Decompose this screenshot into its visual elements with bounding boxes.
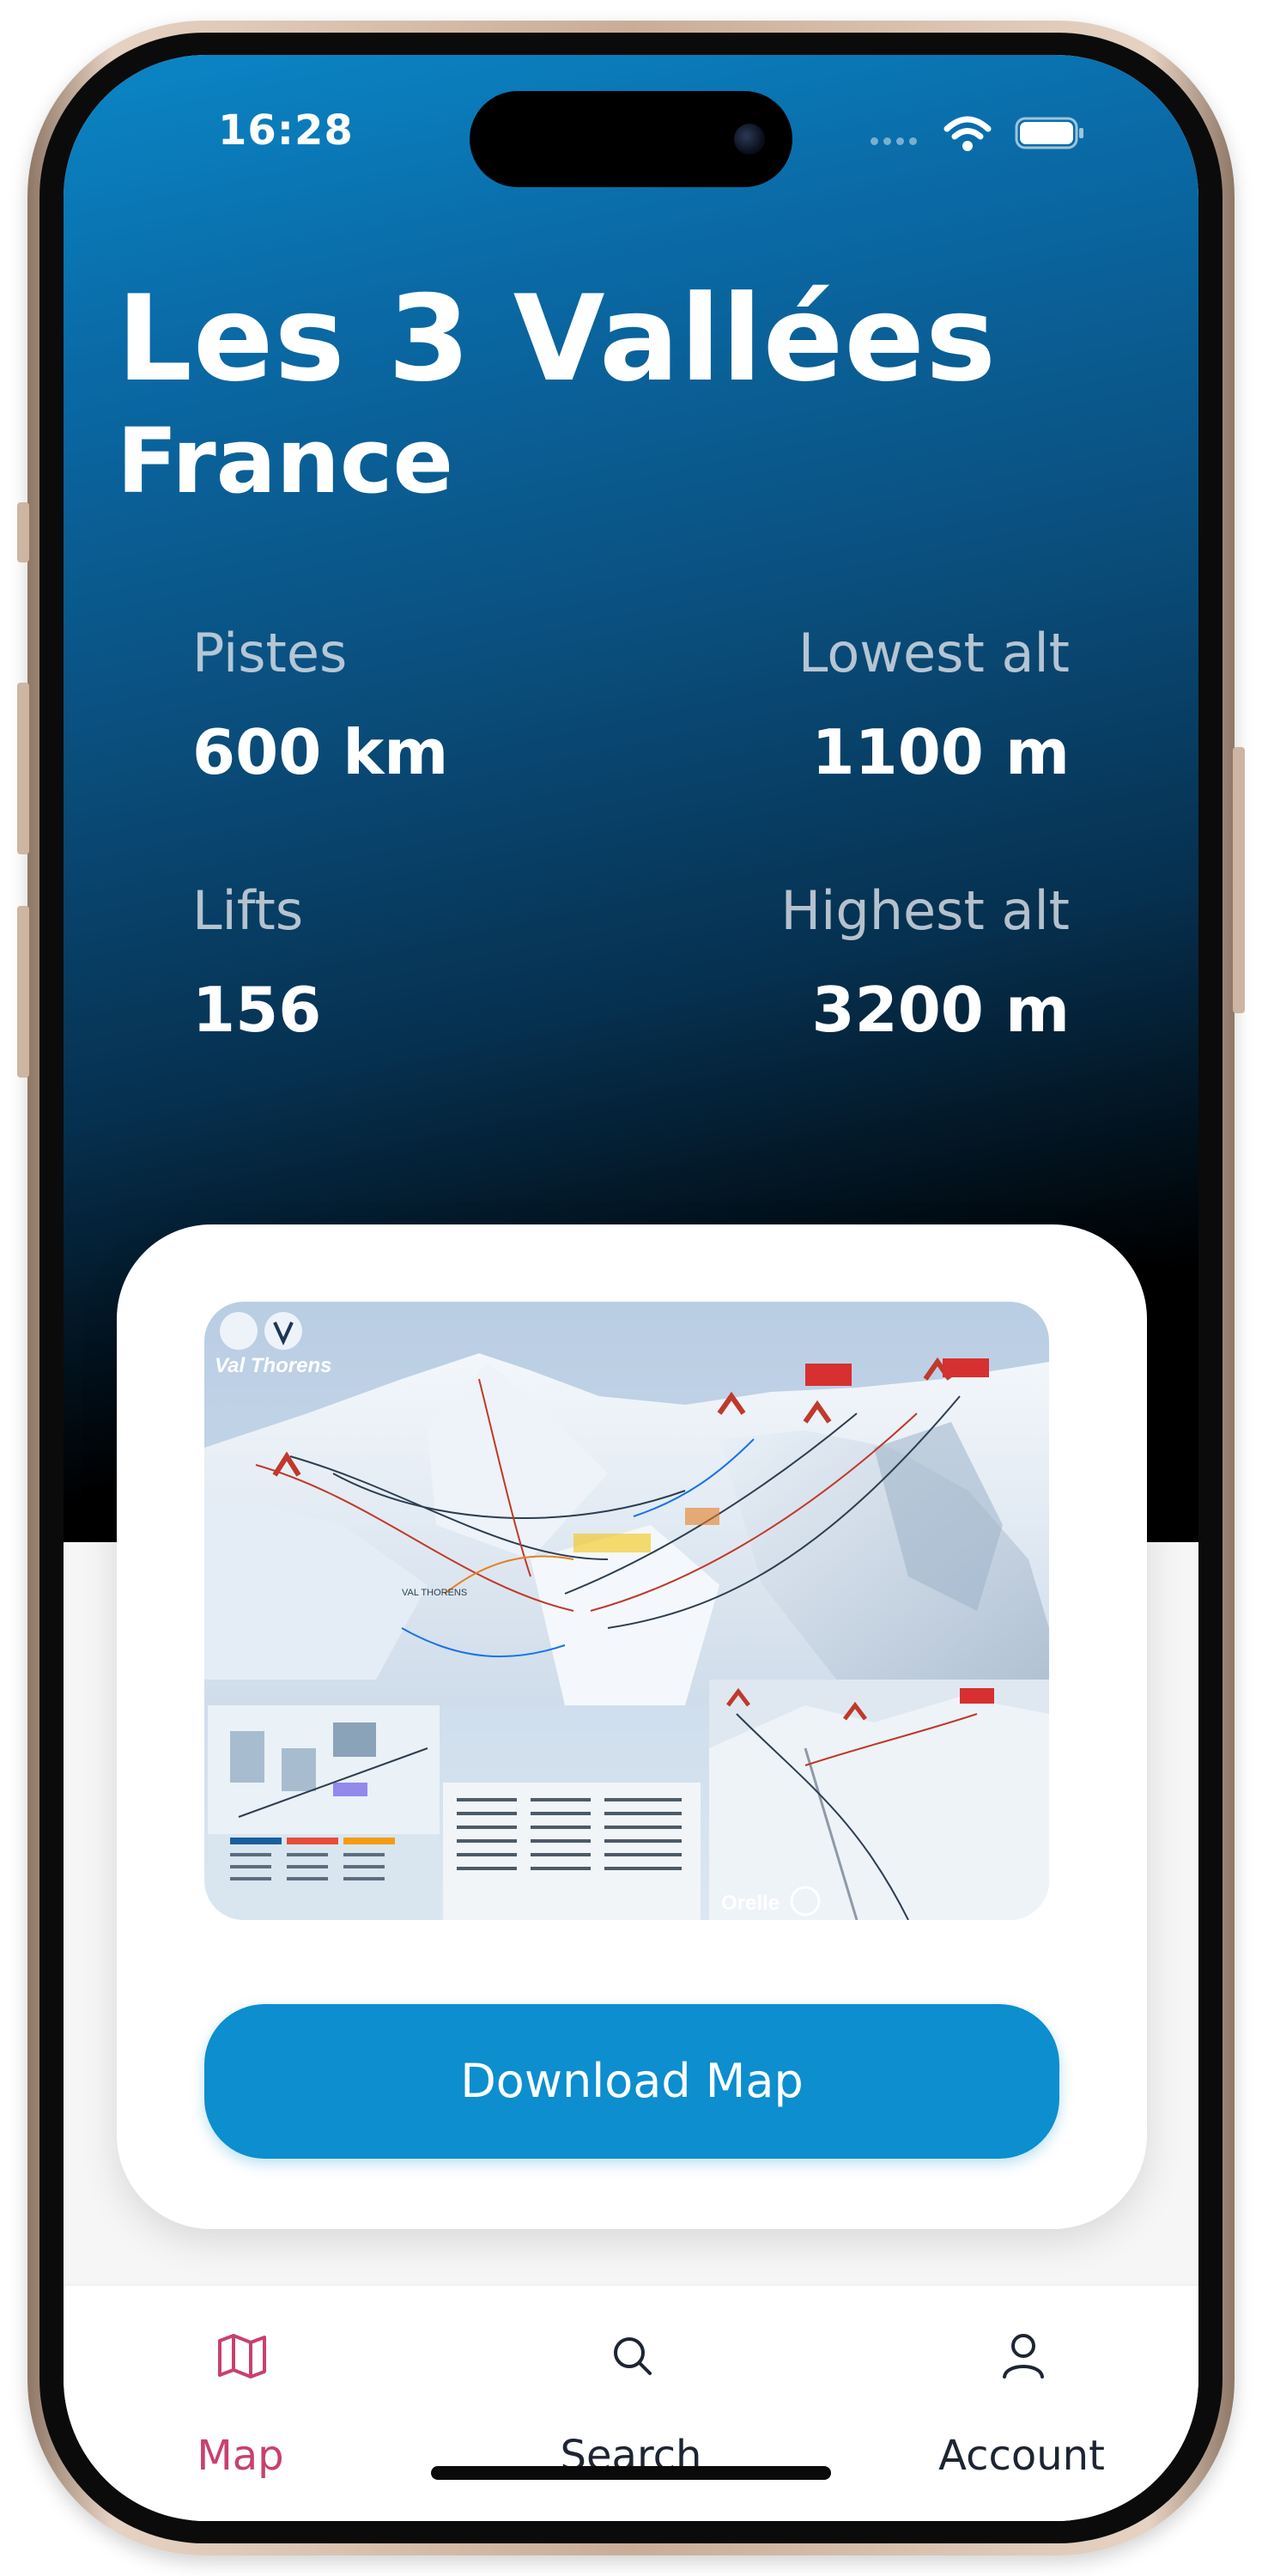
resort-name: Les 3 Vallées	[117, 270, 998, 408]
tab-bar: Map Search Account	[64, 2284, 1198, 2521]
map-icon	[218, 2334, 266, 2379]
stat-lifts-value: 156	[192, 974, 322, 1046]
search-icon	[614, 2337, 652, 2375]
battery-icon	[1015, 117, 1083, 149]
tab-map[interactable]: Map	[112, 2286, 369, 2480]
volume-up-button	[17, 683, 29, 854]
cellular-signal-icon	[871, 132, 922, 149]
stat-highest-alt-value: 3200 m	[811, 974, 1070, 1046]
resort-country: France	[117, 409, 454, 513]
screen: 16:28 Les 3 Vallées France Pistes 600 km…	[64, 55, 1198, 2521]
map-village-label: VAL THORENS	[402, 1588, 467, 1598]
stat-lifts-label: Lifts	[192, 879, 304, 942]
download-map-button[interactable]: Download Map	[204, 2004, 1059, 2159]
tab-search[interactable]: Search	[502, 2286, 760, 2480]
piste-map-illustration: Val Thorens VAL THORENS Orelle	[204, 1302, 1049, 1920]
tab-map-label: Map	[197, 2432, 284, 2480]
stat-pistes-label: Pistes	[192, 622, 348, 684]
piste-map-image[interactable]: Val Thorens VAL THORENS Orelle	[204, 1302, 1049, 1920]
map-brand-top: Val Thorens	[215, 1354, 331, 1377]
stat-lowest-alt-value: 1100 m	[811, 716, 1070, 788]
stat-pistes-value: 600 km	[192, 716, 449, 788]
action-button	[17, 502, 29, 562]
home-indicator[interactable]	[431, 2466, 831, 2480]
status-bar: 16:28	[64, 55, 1198, 187]
account-icon	[1003, 2334, 1044, 2379]
stat-highest-alt-label: Highest alt	[780, 879, 1071, 942]
stat-lowest-alt-label: Lowest alt	[798, 622, 1070, 684]
volume-down-button	[17, 906, 29, 1078]
map-card: Val Thorens VAL THORENS Orelle Download …	[117, 1224, 1147, 2229]
map-brand-bottom: Orelle	[721, 1892, 780, 1915]
status-time: 16:28	[218, 106, 354, 155]
tab-account[interactable]: Account	[893, 2286, 1150, 2480]
tab-account-label: Account	[938, 2432, 1105, 2480]
dynamic-island	[470, 91, 792, 187]
front-camera-icon	[734, 124, 765, 155]
power-button	[1233, 747, 1245, 1013]
wifi-icon	[943, 116, 992, 151]
